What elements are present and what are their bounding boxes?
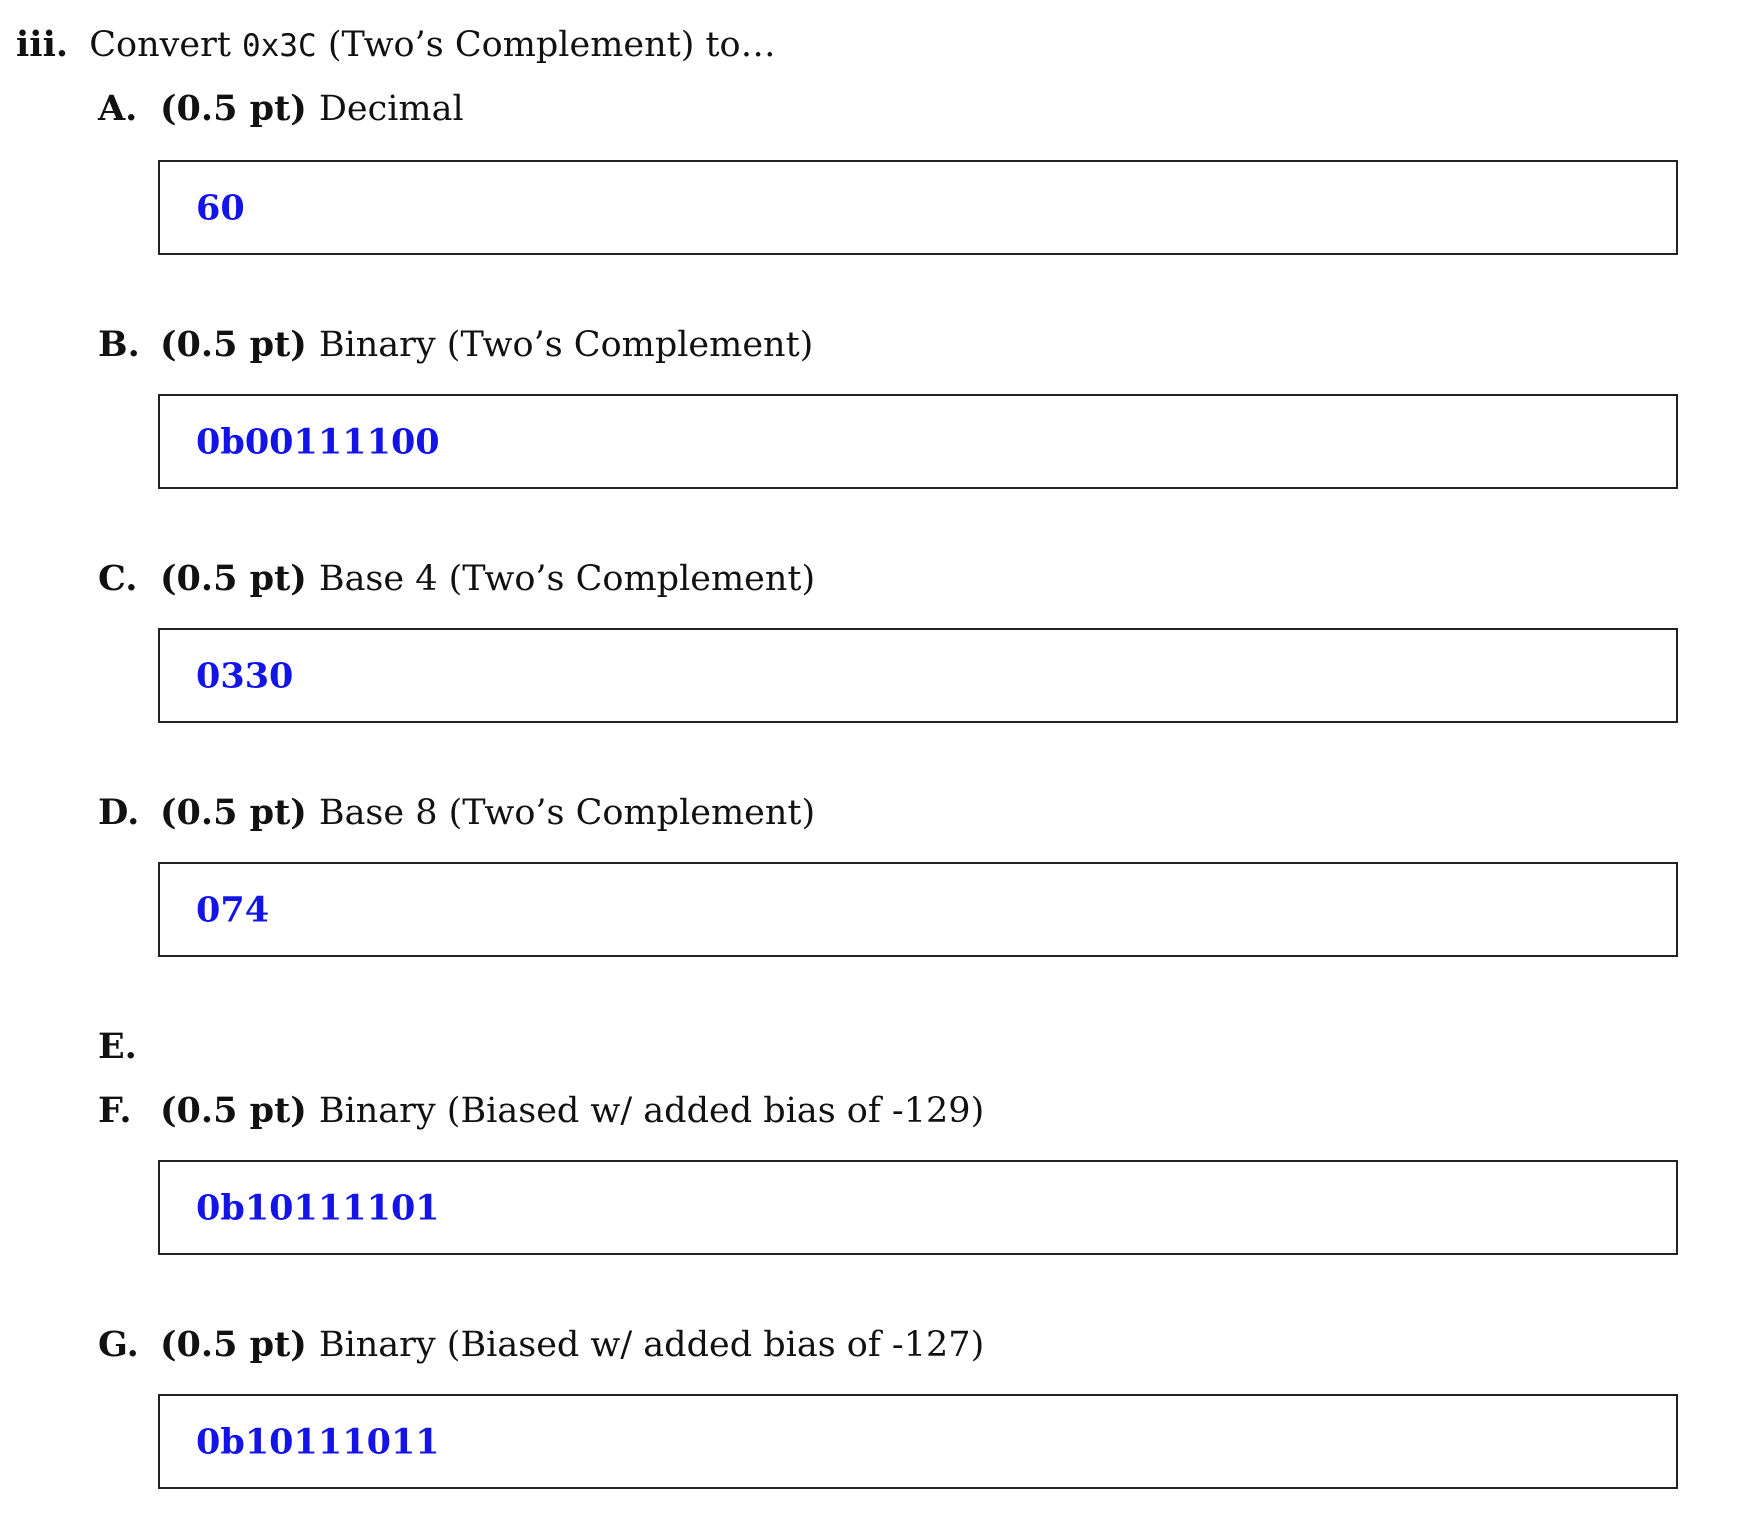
- part-f-answer: 0b10111101: [196, 1187, 440, 1228]
- part-points: (0.5 pt): [160, 88, 307, 129]
- part-letter: G.: [98, 1324, 139, 1365]
- part-letter: A.: [98, 88, 138, 129]
- part-b-answer: 0b00111100: [196, 421, 440, 462]
- part-c-answer-box[interactable]: 0330: [158, 628, 1678, 723]
- part-letter: B.: [98, 324, 140, 365]
- question-header: iii. Convert 0x3C (Two’s Complement) to…: [16, 24, 776, 66]
- part-g-label: G. (0.5 pt) Binary (Biased w/ added bias o…: [98, 1324, 984, 1366]
- part-b-label: B. (0.5 pt) Binary (Two’s Complement): [98, 324, 813, 366]
- question-suffix: (Two’s Complement) to…: [327, 25, 776, 65]
- part-points: (0.5 pt): [160, 324, 307, 365]
- part-d-answer-box[interactable]: 074: [158, 862, 1678, 957]
- part-prompt: Base 4 (Two’s Complement): [318, 559, 816, 599]
- part-prompt: Decimal: [318, 89, 464, 129]
- part-points: (0.5 pt): [160, 1090, 307, 1131]
- part-points: (0.5 pt): [160, 1324, 307, 1365]
- part-prompt: Base 8 (Two’s Complement): [318, 793, 816, 833]
- part-e-label: E.: [98, 1026, 160, 1068]
- part-letter: E.: [98, 1026, 137, 1067]
- part-c-answer: 0330: [196, 655, 294, 696]
- question-number: iii.: [16, 24, 69, 65]
- part-prompt: Binary (Biased w/ added bias of -129): [318, 1091, 985, 1131]
- question-code: 0x3C: [242, 28, 317, 64]
- part-letter: C.: [98, 558, 138, 599]
- part-c-label: C. (0.5 pt) Base 4 (Two’s Complement): [98, 558, 815, 600]
- part-f-answer-box[interactable]: 0b10111101: [158, 1160, 1678, 1255]
- part-a-answer: 60: [196, 187, 245, 228]
- part-b-answer-box[interactable]: 0b00111100: [158, 394, 1678, 489]
- part-g-answer: 0b10111011: [196, 1421, 440, 1462]
- question-prefix: Convert: [89, 25, 231, 65]
- part-a-answer-box[interactable]: 60: [158, 160, 1678, 255]
- part-prompt: Binary (Two’s Complement): [318, 325, 814, 365]
- part-f-label: F. (0.5 pt) Binary (Biased w/ added bias o…: [98, 1090, 984, 1132]
- part-d-answer: 074: [196, 889, 270, 930]
- part-g-answer-box[interactable]: 0b10111011: [158, 1394, 1678, 1489]
- part-points: (0.5 pt): [160, 558, 307, 599]
- part-letter: D.: [98, 792, 140, 833]
- part-points: (0.5 pt): [160, 792, 307, 833]
- part-letter: F.: [98, 1090, 132, 1131]
- part-d-label: D. (0.5 pt) Base 8 (Two’s Complement): [98, 792, 815, 834]
- part-prompt: Binary (Biased w/ added bias of -127): [318, 1325, 985, 1365]
- part-a-label: A. (0.5 pt) Decimal: [98, 88, 464, 130]
